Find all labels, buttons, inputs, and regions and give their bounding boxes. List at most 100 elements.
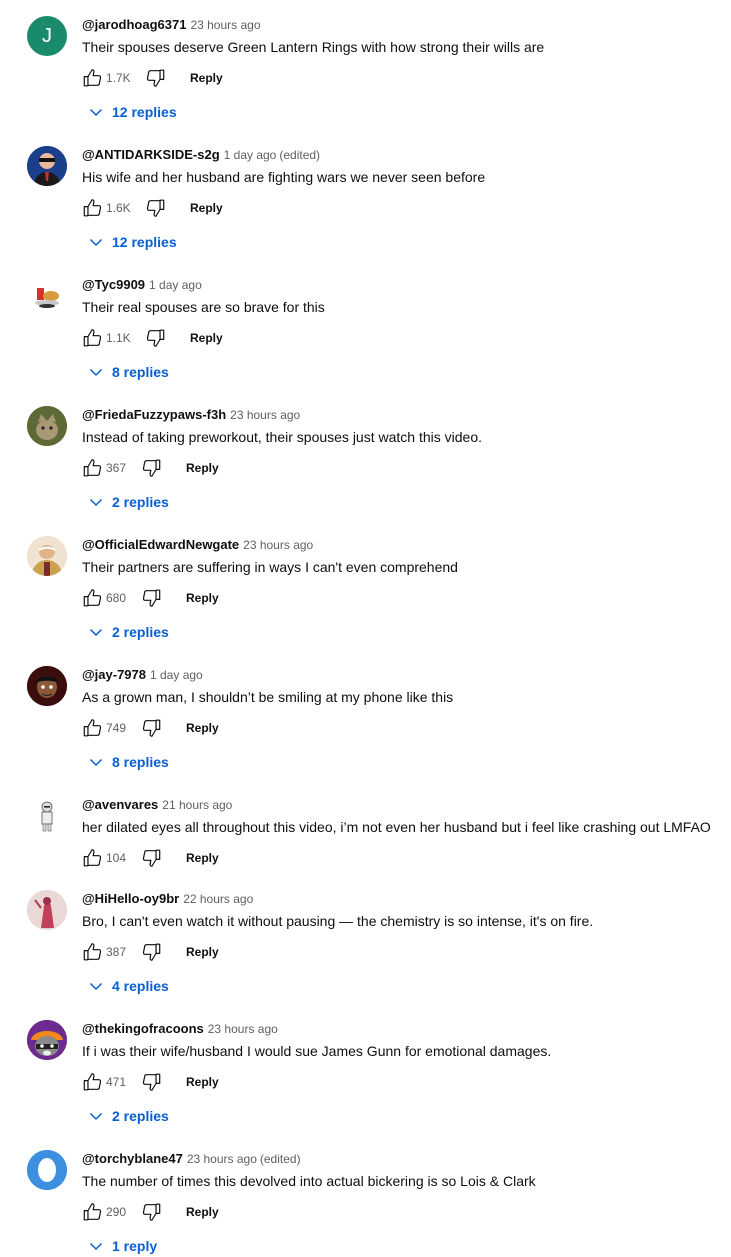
avatar[interactable]	[27, 796, 67, 836]
dislike-button[interactable]	[140, 717, 162, 739]
comment-author[interactable]: @avenvares	[82, 797, 158, 812]
thumbs-down-icon	[146, 329, 165, 347]
thumbs-up-icon	[83, 589, 102, 607]
thumbs-down-icon	[142, 1203, 161, 1221]
avatar-image	[27, 406, 67, 446]
chevron-down-icon	[89, 982, 103, 991]
dislike-button[interactable]	[140, 847, 162, 869]
like-button[interactable]	[82, 197, 104, 219]
comment-timestamp[interactable]: 1 day ago	[224, 148, 277, 162]
comment-author[interactable]: @jay-7978	[82, 667, 146, 682]
dislike-button[interactable]	[144, 67, 166, 89]
reply-button[interactable]: Reply	[186, 945, 219, 959]
comment-author[interactable]: @FriedaFuzzypaws-f3h	[82, 407, 226, 422]
dislike-button[interactable]	[140, 1071, 162, 1093]
comment-author[interactable]: @OfficialEdwardNewgate	[82, 537, 239, 552]
replies-count: 12 replies	[112, 234, 177, 250]
reply-button[interactable]: Reply	[190, 201, 223, 215]
thumbs-up-icon	[83, 719, 102, 737]
view-replies-button[interactable]: 12 replies	[88, 101, 177, 123]
comment-timestamp[interactable]: 23 hours ago	[190, 18, 260, 32]
view-replies-button[interactable]: 8 replies	[88, 361, 169, 383]
avatar[interactable]	[27, 1020, 67, 1060]
comment-timestamp[interactable]: 1 day ago	[150, 668, 203, 682]
chevron-down-icon	[89, 368, 103, 377]
thumbs-down-icon	[142, 719, 161, 737]
comment-text: If i was their wife/husband I would sue …	[82, 1043, 552, 1059]
reply-button[interactable]: Reply	[186, 461, 219, 475]
avatar[interactable]	[27, 666, 67, 706]
like-count: 290	[106, 1205, 127, 1219]
avatar[interactable]	[27, 536, 67, 576]
avatar[interactable]	[27, 890, 67, 930]
dislike-button[interactable]	[144, 197, 166, 219]
avatar[interactable]	[27, 276, 67, 316]
reply-button[interactable]: Reply	[186, 1075, 219, 1089]
replies-count: 12 replies	[112, 104, 177, 120]
comment-timestamp[interactable]: 1 day ago	[149, 278, 202, 292]
edited-label: (edited)	[279, 148, 321, 162]
comment-author[interactable]: @HiHello-oy9br	[82, 891, 179, 906]
edited-label: (edited)	[259, 1152, 301, 1166]
like-button[interactable]	[82, 67, 104, 89]
comment-body: @Tyc9909 1 day ago Their real spouses are…	[82, 276, 721, 353]
thumbs-up-icon	[83, 1073, 102, 1091]
like-button[interactable]	[82, 847, 104, 869]
comment-timestamp[interactable]: 23 hours ago	[230, 408, 300, 422]
like-count: 1.1K	[106, 331, 131, 345]
reply-button[interactable]: Reply	[186, 591, 219, 605]
comment-actions: 749 Reply	[82, 713, 721, 743]
comment-text: The number of times this devolved into a…	[82, 1173, 536, 1189]
view-replies-button[interactable]: 12 replies	[88, 231, 177, 253]
avatar[interactable]	[27, 1150, 67, 1190]
dislike-button[interactable]	[144, 327, 166, 349]
comment-timestamp[interactable]: 22 hours ago	[183, 892, 253, 906]
view-replies-button[interactable]: 2 replies	[88, 621, 169, 643]
avatar[interactable]	[27, 146, 67, 186]
comment-author[interactable]: @Tyc9909	[82, 277, 145, 292]
like-count: 1.7K	[106, 71, 131, 85]
reply-button[interactable]: Reply	[186, 1205, 219, 1219]
view-replies-button[interactable]: 4 replies	[88, 975, 169, 997]
reply-button[interactable]: Reply	[186, 721, 219, 735]
like-button[interactable]	[82, 457, 104, 479]
comment-timestamp[interactable]: 23 hours ago	[187, 1152, 257, 1166]
like-button[interactable]	[82, 717, 104, 739]
view-replies-button[interactable]: 8 replies	[88, 751, 169, 773]
comment-timestamp[interactable]: 21 hours ago	[162, 798, 232, 812]
dislike-button[interactable]	[140, 941, 162, 963]
reply-button[interactable]: Reply	[186, 851, 219, 865]
like-button[interactable]	[82, 941, 104, 963]
comment-author[interactable]: @thekingofracoons	[82, 1021, 204, 1036]
comment-author[interactable]: @torchyblane47	[82, 1151, 183, 1166]
view-replies-button[interactable]: 2 replies	[88, 491, 169, 513]
like-count: 749	[106, 721, 127, 735]
reply-button[interactable]: Reply	[190, 71, 223, 85]
comment-author[interactable]: @jarodhoag6371	[82, 17, 186, 32]
chevron-down-icon	[89, 1112, 103, 1121]
dislike-button[interactable]	[140, 587, 162, 609]
view-replies-button[interactable]: 1 reply	[88, 1235, 157, 1257]
replies-count: 2 replies	[112, 624, 169, 640]
comment-author[interactable]: @ANTIDARKSIDE-s2g	[82, 147, 220, 162]
like-button[interactable]	[82, 587, 104, 609]
comment-timestamp[interactable]: 23 hours ago	[208, 1022, 278, 1036]
replies-count: 2 replies	[112, 494, 169, 510]
comment-body: @HiHello-oy9br 22 hours ago Bro, I can't …	[82, 890, 721, 967]
comment-timestamp[interactable]: 23 hours ago	[243, 538, 313, 552]
dislike-button[interactable]	[140, 1201, 162, 1223]
thumbs-up-icon	[83, 1203, 102, 1221]
avatar[interactable]	[27, 406, 67, 446]
thumbs-down-icon	[142, 1073, 161, 1091]
like-button[interactable]	[82, 327, 104, 349]
reply-button[interactable]: Reply	[190, 331, 223, 345]
dislike-button[interactable]	[140, 457, 162, 479]
comment-body: @thekingofracoons 23 hours ago If i was t…	[82, 1020, 721, 1097]
comment-header: @FriedaFuzzypaws-f3h 23 hours ago	[82, 406, 721, 424]
like-button[interactable]	[82, 1201, 104, 1223]
like-button[interactable]	[82, 1071, 104, 1093]
view-replies-button[interactable]: 2 replies	[88, 1105, 169, 1127]
avatar[interactable]: J	[27, 16, 67, 56]
comment-actions: 387 Reply	[82, 937, 721, 967]
avatar-image	[27, 146, 67, 186]
